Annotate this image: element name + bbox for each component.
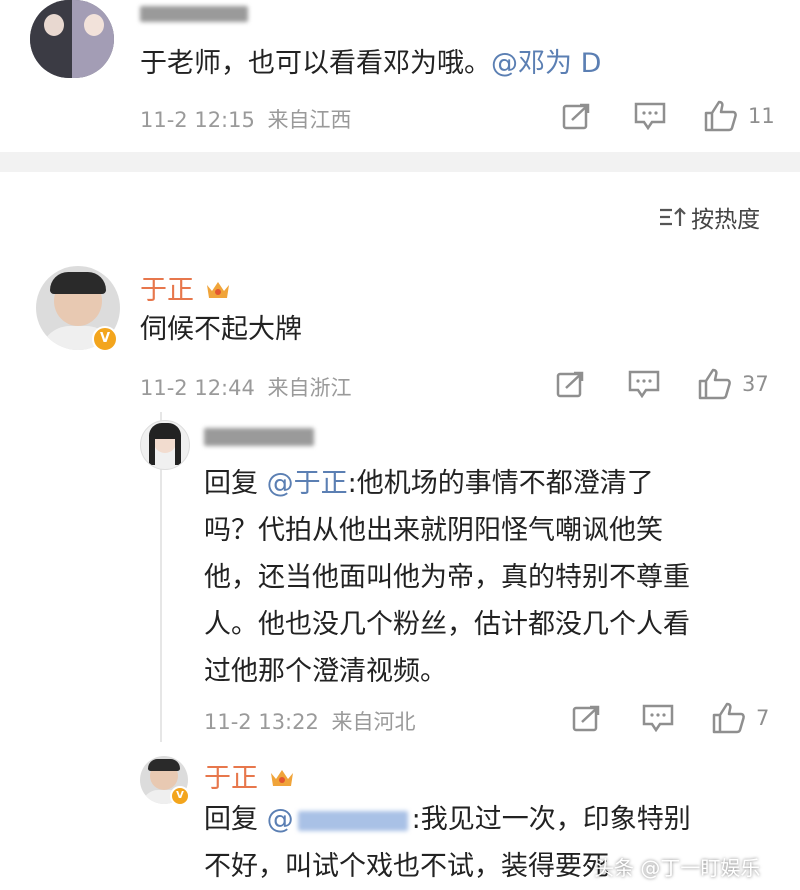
top-comment-meta: 11-2 12:15 来自江西 (140, 104, 352, 134)
comment-icon[interactable] (642, 704, 674, 732)
reply3-header: 于正 (204, 756, 295, 795)
sort-icon (660, 207, 686, 226)
sort-control[interactable]: 按热度 (658, 200, 760, 234)
section-divider (0, 152, 800, 172)
reply1-time: 11-2 12:44 (140, 376, 255, 400)
reply2-mention[interactable]: @于正 (267, 468, 348, 499)
comment-icon[interactable] (628, 370, 660, 398)
reply2-prefix: 回复 (204, 468, 258, 499)
reply1-like-count: 37 (742, 372, 769, 396)
reply1-header: 于正 (140, 268, 231, 307)
crown-icon (207, 282, 230, 298)
top-comment-like-count: 11 (748, 104, 775, 128)
crown-icon (271, 770, 294, 786)
comment-icon[interactable] (634, 102, 666, 130)
reply2-text-line3: 他，还当他面叫他为帝，真的特别不尊重 (204, 562, 690, 593)
reply2-text-line2: 吗？代拍从他出来就阴阳怪气嘲讽他笑 (204, 515, 663, 546)
sort-label: 按热度 (691, 207, 761, 233)
like-icon[interactable] (698, 368, 732, 400)
reply3-text-line1: :我见过一次，印象特别 (411, 804, 691, 835)
top-comment-time: 11-2 12:15 (140, 108, 255, 132)
reply3-username[interactable]: 于正 (204, 763, 258, 794)
reply2-meta: 11-2 13:22 来自河北 (204, 706, 416, 736)
watermark: 头条 @丁一盯娱乐 (594, 856, 761, 880)
reply3-mention-blurred (297, 810, 408, 831)
share-icon[interactable] (572, 704, 602, 732)
top-comment-body: 于老师，也可以看看邓为哦。@邓为 D (140, 40, 601, 87)
reply2-avatar[interactable] (140, 420, 190, 470)
commenter-avatar-pair[interactable] (30, 0, 114, 78)
reply1-body: 伺候不起大牌 (140, 314, 302, 345)
reply2-body: 回复 @于正:他机场的事情不都澄清了 吗？代拍从他出来就阴阳怪气嘲讽他笑 他，还… (204, 460, 784, 695)
reply3-prefix: 回复 (204, 804, 258, 835)
like-icon[interactable] (704, 100, 738, 132)
reply1-location: 来自浙江 (267, 376, 352, 400)
top-comment-location: 来自江西 (267, 108, 352, 132)
reply2-name-blurred[interactable] (204, 428, 314, 446)
reply2-location: 来自河北 (331, 710, 416, 734)
share-icon[interactable] (556, 370, 586, 398)
reply2-like-count: 7 (756, 706, 770, 730)
reply2-time: 11-2 13:22 (204, 710, 319, 734)
reply1-meta: 11-2 12:44 来自浙江 (140, 372, 352, 402)
reply2-text-line1: :他机场的事情不都澄清了 (347, 468, 654, 499)
like-icon[interactable] (712, 702, 746, 734)
commenter-name-blurred[interactable] (140, 6, 248, 22)
top-comment-text: 于老师，也可以看看邓为哦。 (140, 48, 491, 79)
verified-badge: V (92, 326, 118, 352)
top-comment-mention[interactable]: @邓为 D (491, 48, 601, 79)
share-icon[interactable] (562, 102, 592, 130)
verified-badge: V (170, 786, 190, 806)
reply3-mention[interactable]: @ (267, 804, 294, 835)
reply2-text-line4: 人。他也没几个粉丝，估计都没几个人看 (204, 609, 690, 640)
reply2-text-line5: 过他那个澄清视频。 (204, 656, 447, 687)
reply1-username[interactable]: 于正 (140, 275, 194, 306)
